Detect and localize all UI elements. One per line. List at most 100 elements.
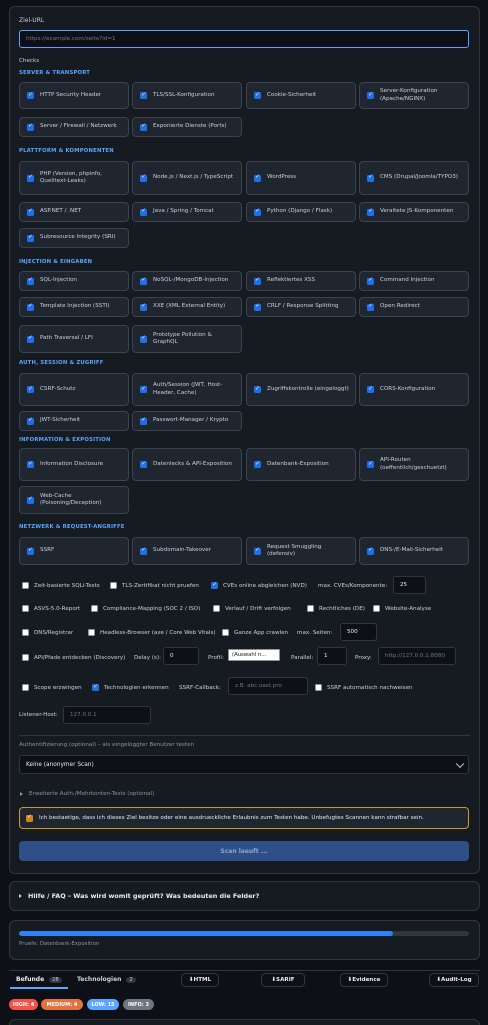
checkbox-checked-icon: ✓	[27, 385, 34, 393]
check-password-manager[interactable]: ✓ Passwort-Manager / Krypto	[132, 411, 242, 431]
export-html-button[interactable]: ⬇HTML	[181, 973, 219, 987]
export-sarif-button[interactable]: ⬇SARIF	[261, 973, 305, 987]
check-prototype-pollution[interactable]: ✓ Prototype Pollution & GraphQL	[132, 325, 242, 353]
check-wordpress[interactable]: ✓ WordPress	[246, 161, 356, 195]
checkbox-checked-icon: ✓	[140, 303, 147, 311]
scan-button[interactable]: Scan laeuft ...	[19, 841, 469, 861]
check-server-firewall[interactable]: ✓ Server / Firewall / Netzwerk	[19, 117, 129, 137]
check-cms[interactable]: ✓ CMS (Drupal/Joomla/TYPO3)	[359, 161, 469, 195]
check-xxe[interactable]: ✓ XXE (XML External Entity)	[132, 297, 242, 317]
checkbox-checked-icon: ✓	[254, 277, 261, 285]
checkbox-unchecked-icon	[22, 684, 29, 691]
scan-form-panel: Ziel-URL https://example.com/seite?id=1 …	[9, 6, 480, 874]
active-tab-indicator	[10, 987, 68, 989]
tab-technologies[interactable]: Technologien 2	[77, 976, 136, 983]
delay-input[interactable]: 0	[163, 647, 199, 665]
severity-badge-low: LOW: 15	[87, 999, 119, 1010]
check-jwt[interactable]: ✓ JWT-Sicherheit	[19, 411, 129, 431]
checkbox-checked-icon: ✓	[140, 123, 147, 131]
check-tls-ssl[interactable]: ✓ TLS/SSL-Konfiguration	[132, 82, 242, 109]
option-api-discovery[interactable]: API/Pfade entdecken (Discovery)	[22, 654, 125, 661]
ssrf-callback-label: SSRF-Callback:	[179, 685, 221, 691]
option-headless[interactable]: Headless-Browser (axe / Core Web Vitals)	[88, 629, 216, 636]
option-drift[interactable]: Verlauf / Drift verfolgen	[213, 605, 291, 612]
section-title-server-transport: SERVER & TRANSPORT	[19, 70, 91, 76]
check-python[interactable]: ✓ Python (Django / Flask)	[246, 202, 356, 222]
check-information-disclosure[interactable]: ✓ Information Disclosure	[19, 448, 129, 481]
option-cves[interactable]: ✓ CVEs online abgleichen (NVD)	[211, 582, 307, 589]
check-csrf[interactable]: ✓ CSRF-Schutz	[19, 373, 129, 406]
tab-count-badge: 2	[126, 976, 136, 983]
option-asvs[interactable]: ASVS-5.0-Report	[22, 605, 80, 612]
tab-findings[interactable]: Befunde 28	[16, 976, 62, 983]
check-cors[interactable]: ✓ CORS-Konfiguration	[359, 373, 469, 406]
check-ssti[interactable]: ✓ Template Injection (SSTI)	[19, 297, 129, 317]
checkbox-checked-icon: ✓	[140, 460, 147, 468]
option-dns-registrar[interactable]: DNS/Registrar	[22, 629, 73, 636]
listener-host-input[interactable]: 127.0.0.1	[63, 706, 151, 724]
option-crawl[interactable]: Ganze App crawlen	[222, 629, 288, 636]
check-nodejs[interactable]: ✓ Node.js / Next.js / TypeScript	[132, 161, 242, 195]
check-outdated-js[interactable]: ✓ Veraltete JS-Komponenten	[359, 202, 469, 222]
checkbox-checked-icon: ✓	[254, 385, 261, 393]
check-sri[interactable]: ✓ Subresource Integrity (SRI)	[19, 228, 129, 248]
check-subdomain-takeover[interactable]: ✓ Subdomain-Takeover	[132, 537, 242, 565]
check-open-redirect[interactable]: ✓ Open Redirect	[359, 297, 469, 317]
max-pages-input[interactable]: 500	[340, 623, 377, 641]
check-path-traversal[interactable]: ✓ Path Traversal / LFI	[19, 325, 129, 353]
check-cookie-security[interactable]: ✓ Cookie-Sicherheit	[246, 82, 356, 109]
checkbox-checked-icon: ✓	[27, 208, 34, 216]
help-faq-toggle[interactable]: Hilfe / FAQ – Was wird womit geprüft? Wa…	[28, 892, 259, 900]
option-legal[interactable]: Rechtliches (DE)	[307, 605, 365, 612]
check-http-security-header[interactable]: ✓ HTTP Security Header	[19, 82, 129, 109]
check-auth-session[interactable]: ✓ Auth/Session (JWT, Host-Header, Cache)	[132, 373, 242, 406]
proxy-input[interactable]: http://127.0.0.1:8080	[378, 647, 456, 665]
check-php[interactable]: ✓ PHP (Version, phpinfo, Quelltext-Leaks)	[19, 161, 129, 195]
auth-select[interactable]: Keine (anonymer Scan)	[19, 755, 469, 774]
option-time-sqli[interactable]: Zeit-basierte SQLi-Tests	[22, 582, 100, 589]
check-sqli[interactable]: ✓ SQL-Injection	[19, 271, 129, 291]
check-java[interactable]: ✓ Java / Spring / Tomcat	[132, 202, 242, 222]
option-tls-skip[interactable]: TLS-Zertifikat nicht pruefen	[110, 582, 199, 589]
parallel-input[interactable]: 1	[317, 647, 347, 665]
check-exposed-services[interactable]: ✓ Exponierte Dienste (Ports)	[132, 117, 242, 137]
profile-select[interactable]: (Auswahl n...	[228, 649, 280, 661]
check-xss[interactable]: ✓ Reflektiertes XSS	[246, 271, 356, 291]
check-ssrf[interactable]: ✓ SSRF	[19, 537, 129, 565]
export-evidence-button[interactable]: ⬇Evidence	[340, 973, 388, 987]
checkbox-checked-icon: ✓	[92, 683, 99, 691]
checks-label: Checks	[19, 58, 40, 64]
export-audit-log-button[interactable]: ⬇Audit-Log	[429, 973, 479, 987]
option-technologies[interactable]: ✓ Technologien erkennen	[92, 684, 169, 691]
checkbox-checked-icon: ✓	[367, 91, 374, 99]
checkbox-checked-icon: ✓	[140, 417, 147, 425]
check-data-leaks[interactable]: ✓ Datenlecks & API-Exposition	[132, 448, 242, 481]
checkbox-unchecked-icon	[110, 582, 117, 589]
auth-label: Authentifizierung (optional) – als einge…	[19, 742, 195, 748]
check-access-control[interactable]: ✓ Zugriffskontrolle (eingeloggt)	[246, 373, 356, 406]
option-compliance[interactable]: Compliance-Mapping (SOC 2 / ISO)	[91, 605, 200, 612]
max-cves-input[interactable]: 25	[393, 576, 426, 594]
section-title-platform: PLATTFORM & KOMPONENTEN	[19, 148, 114, 154]
check-database-exposure[interactable]: ✓ Datenbank-Exposition	[246, 448, 356, 481]
check-api-routes[interactable]: ✓ API-Routen (oeffentlich/geschuetzt)	[359, 448, 469, 481]
check-web-cache[interactable]: ✓ Web-Cache (Poisoning/Deception)	[19, 486, 129, 514]
target-url-input[interactable]: https://example.com/seite?id=1	[19, 30, 469, 48]
check-command-injection[interactable]: ✓ Command Injection	[359, 271, 469, 291]
option-ssrf-proof[interactable]: SSRF automatisch nachweisen	[315, 684, 413, 691]
checkbox-checked-icon: ✓	[27, 335, 34, 343]
check-dns-email[interactable]: ✓ DNS-/E-Mail-Sicherheit	[359, 537, 469, 565]
advanced-auth-toggle[interactable]: Erweiterte Auth-/Mehrkonten-Tests (optio…	[29, 791, 154, 797]
consent-box[interactable]: ✓ Ich bestaetige, dass ich dieses Ziel b…	[19, 807, 469, 829]
parallel-label: Parallel:	[291, 655, 314, 661]
option-scope[interactable]: Scope erzwingen	[22, 684, 82, 691]
check-crlf[interactable]: ✓ CRLF / Response Splitting	[246, 297, 356, 317]
checkbox-unchecked-icon	[22, 582, 29, 589]
check-aspnet[interactable]: ✓ ASP.NET / .NET	[19, 202, 129, 222]
check-request-smuggling[interactable]: ✓ Request Smuggling (defensiv)	[246, 537, 356, 565]
option-website-analysis[interactable]: Website-Analyse	[373, 605, 431, 612]
help-panel[interactable]: Hilfe / FAQ – Was wird womit geprüft? Wa…	[9, 881, 480, 911]
check-server-config[interactable]: ✓ Server-Konfiguration (Apache/NGINX)	[359, 82, 469, 109]
ssrf-callback-input[interactable]: z.B. abc.oast.pro	[228, 677, 308, 695]
check-nosqli[interactable]: ✓ NoSQL-/MongoDB-Injection	[132, 271, 242, 291]
